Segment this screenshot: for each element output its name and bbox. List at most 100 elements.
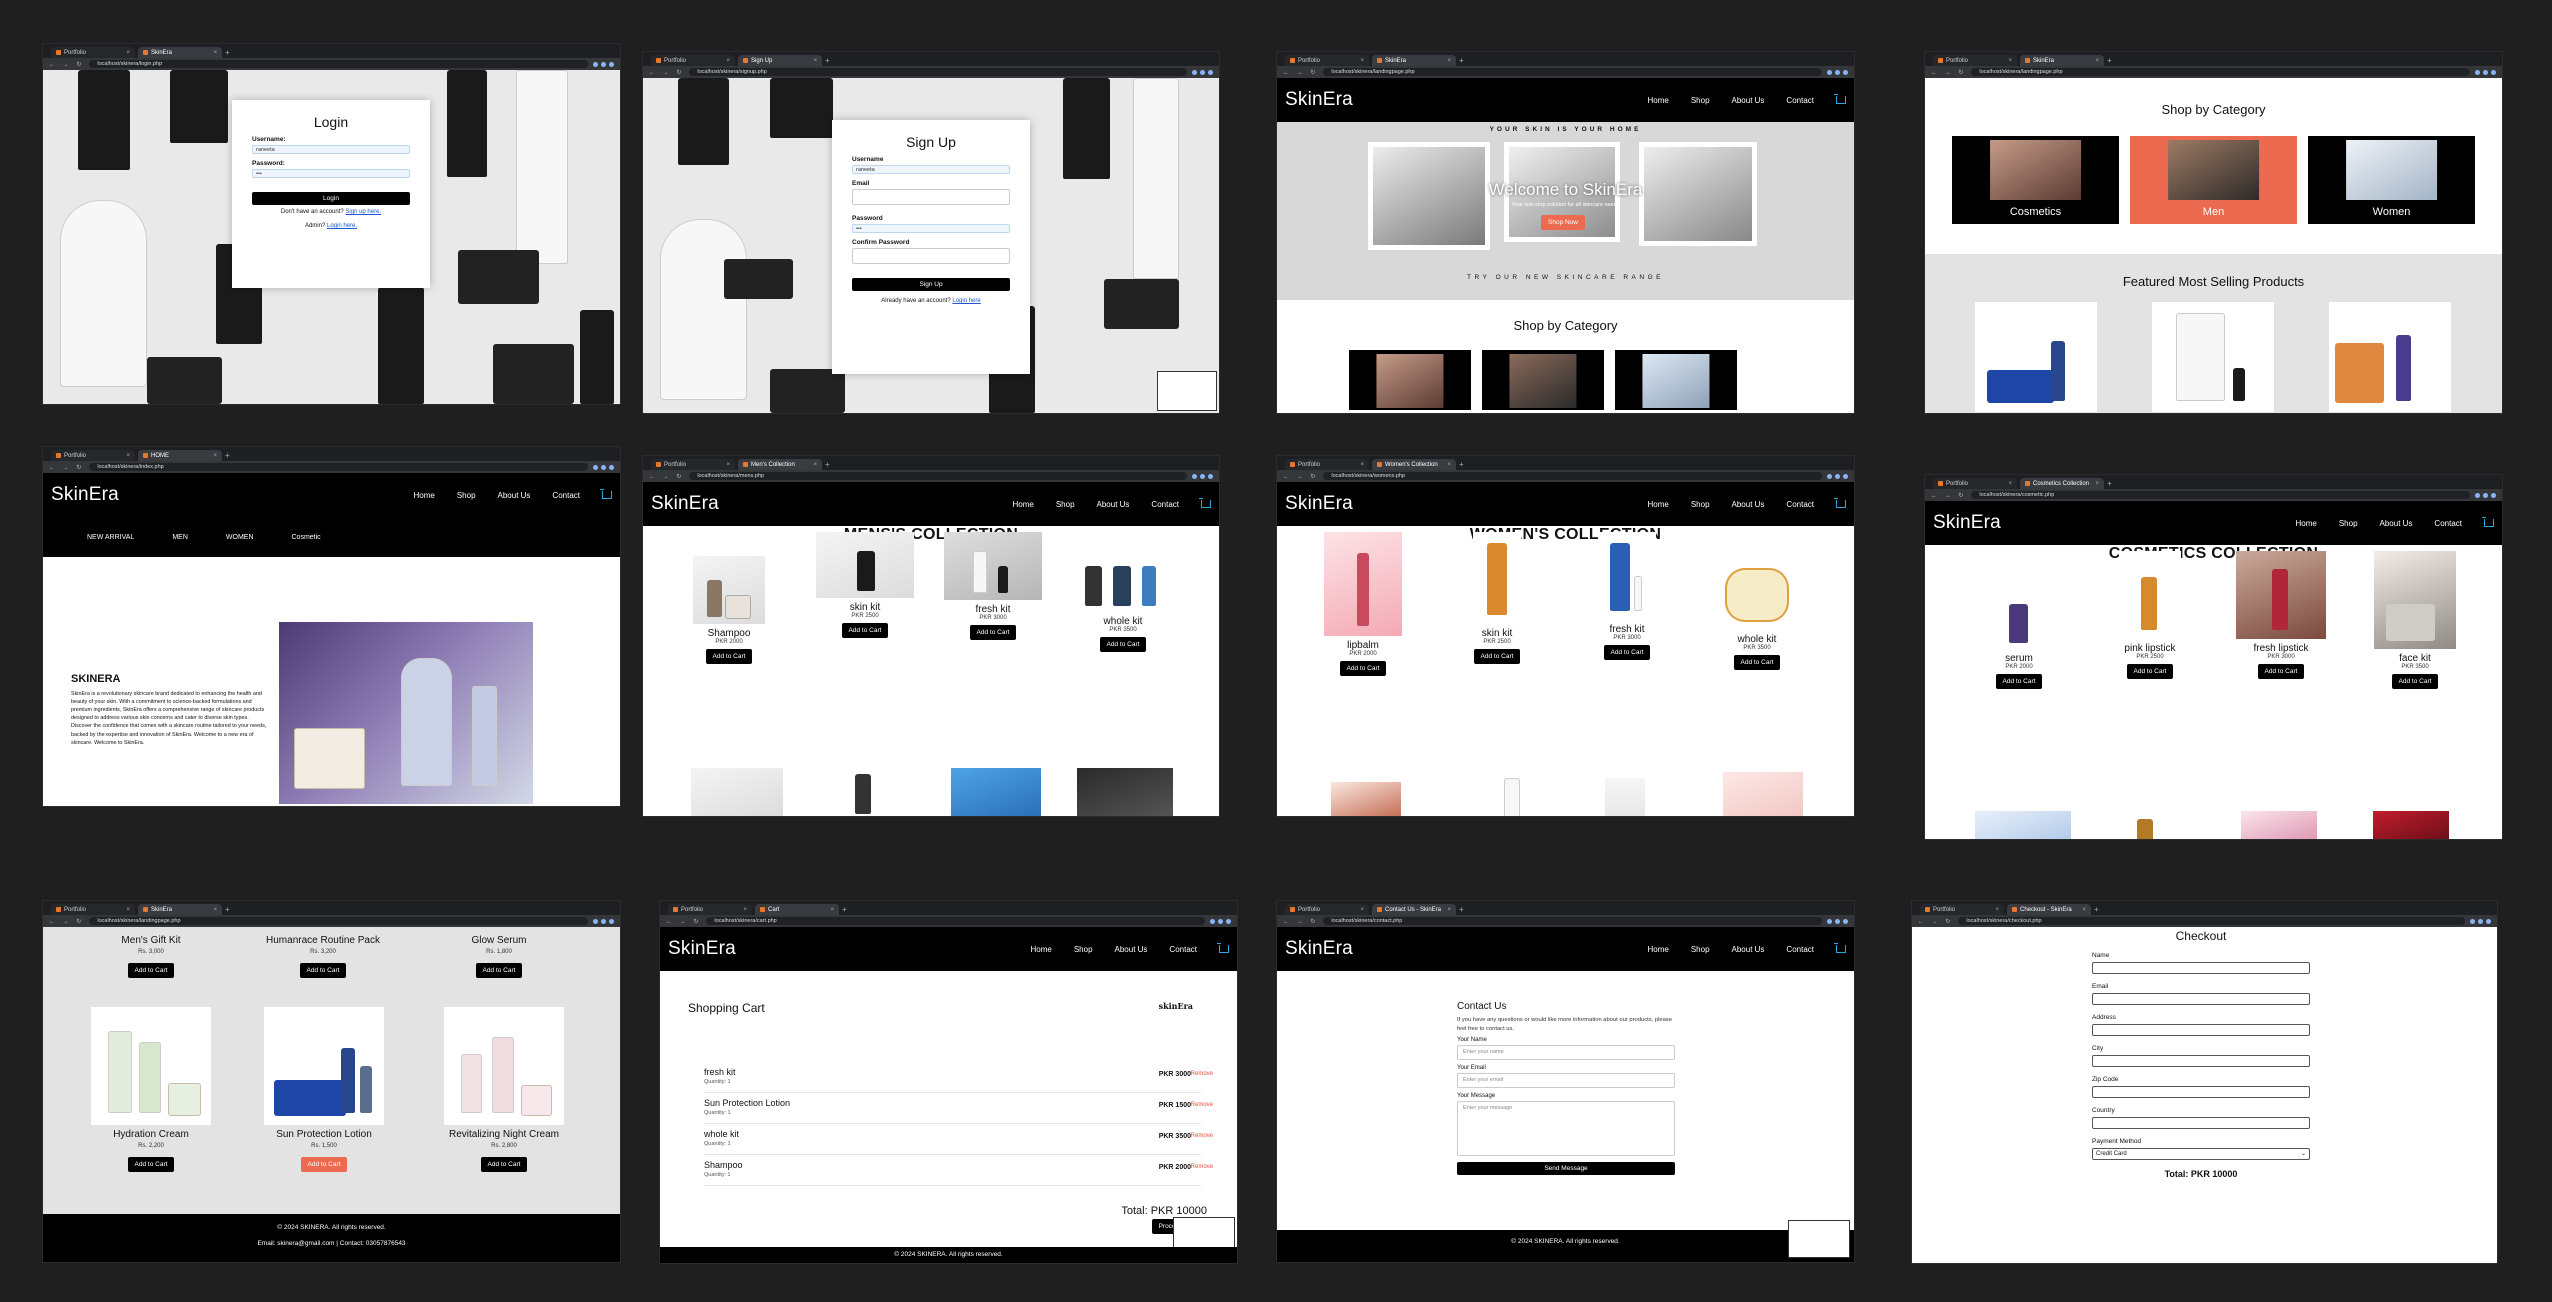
- site-logo[interactable]: SkinEra: [1285, 89, 1353, 111]
- nav-shop[interactable]: Shop: [457, 491, 476, 500]
- nav-home[interactable]: Home: [2295, 519, 2316, 528]
- new-tab-icon[interactable]: +: [1459, 459, 1464, 470]
- address-input[interactable]: [2092, 1024, 2310, 1036]
- extension-icons[interactable]: [1827, 69, 1848, 75]
- cart-icon[interactable]: [1834, 498, 1846, 508]
- new-tab-icon[interactable]: +: [2107, 478, 2112, 489]
- cart-icon[interactable]: [600, 489, 612, 499]
- username-input[interactable]: raneeta: [252, 145, 410, 154]
- subnav-cosmetic[interactable]: Cosmetic: [292, 534, 321, 541]
- url-field[interactable]: localhost/skinera/cosmetic.php: [1971, 491, 2470, 499]
- admin-login-link[interactable]: Login here.: [327, 223, 357, 229]
- back-forward-reload-icons[interactable]: ← → ↻: [649, 473, 684, 480]
- site-logo[interactable]: SkinEra: [1285, 938, 1353, 960]
- message-input[interactable]: Enter your message: [1457, 1101, 1675, 1157]
- nav-contact[interactable]: Contact: [1169, 945, 1197, 954]
- confirm-password-input[interactable]: [852, 248, 1010, 264]
- back-forward-reload-icons[interactable]: ← → ↻: [1283, 918, 1318, 925]
- remove-link[interactable]: Remove: [1191, 1102, 1213, 1108]
- subnav-women[interactable]: WOMEN: [226, 534, 254, 541]
- add-to-cart-button[interactable]: Add to Cart: [299, 963, 347, 978]
- back-forward-reload-icons[interactable]: ← → ↻: [1931, 492, 1966, 499]
- nav-about[interactable]: About Us: [1115, 945, 1148, 954]
- url-field[interactable]: localhost/skinera/signup.php: [689, 68, 1187, 76]
- site-logo[interactable]: SkinEra: [1285, 493, 1353, 515]
- tab-skinera[interactable]: SkinEra ×: [1372, 55, 1456, 66]
- nav-about[interactable]: About Us: [1732, 96, 1765, 105]
- subnav-men[interactable]: MEN: [172, 534, 188, 541]
- new-tab-icon[interactable]: +: [225, 904, 230, 915]
- tab-contact[interactable]: Contact Us - SkinEra ×: [1372, 904, 1456, 915]
- tab-portfolio[interactable]: Portfolio ×: [51, 450, 135, 461]
- email-input[interactable]: [852, 189, 1010, 205]
- cart-icon[interactable]: [1199, 498, 1211, 508]
- add-to-cart-button[interactable]: Add to Cart: [841, 623, 889, 638]
- back-forward-reload-icons[interactable]: ← → ↻: [666, 918, 701, 925]
- tab-cart[interactable]: Cart ×: [755, 904, 839, 915]
- extension-icons[interactable]: [593, 464, 614, 470]
- new-tab-icon[interactable]: +: [225, 47, 230, 58]
- new-tab-icon[interactable]: +: [842, 904, 847, 915]
- tab-cosmetics[interactable]: Cosmetics Collection ×: [2020, 478, 2104, 489]
- name-input[interactable]: Enter your name: [1457, 1045, 1675, 1061]
- remove-link[interactable]: Remove: [1191, 1164, 1213, 1170]
- nav-about[interactable]: About Us: [1732, 500, 1765, 509]
- tab-portfolio[interactable]: Portfolio ×: [1933, 478, 2017, 489]
- extension-icons[interactable]: [593, 61, 614, 67]
- new-tab-icon[interactable]: +: [1459, 55, 1464, 66]
- extension-icons[interactable]: [1192, 473, 1213, 479]
- tab-portfolio[interactable]: Portfolio ×: [1285, 55, 1369, 66]
- back-forward-reload-icons[interactable]: ← → ↻: [1283, 69, 1318, 76]
- nav-shop[interactable]: Shop: [1691, 500, 1710, 509]
- site-logo[interactable]: SkinEra: [651, 493, 719, 515]
- nav-home[interactable]: Home: [413, 491, 434, 500]
- new-tab-icon[interactable]: +: [1459, 904, 1464, 915]
- url-field[interactable]: localhost/skinera/mens.php: [689, 472, 1187, 480]
- nav-about[interactable]: About Us: [1097, 500, 1130, 509]
- nav-shop[interactable]: Shop: [2339, 519, 2358, 528]
- tab-portfolio[interactable]: Portfolio ×: [651, 459, 735, 470]
- tab-signup[interactable]: Sign Up ×: [738, 55, 822, 66]
- tab-portfolio[interactable]: Portfolio ×: [51, 904, 135, 915]
- tab-portfolio[interactable]: Portfolio ×: [1920, 904, 2004, 915]
- payment-method-select[interactable]: Credit Card ⌄: [2092, 1148, 2310, 1160]
- extension-icons[interactable]: [2475, 69, 2496, 75]
- category-men[interactable]: [1482, 350, 1604, 410]
- remove-link[interactable]: Remove: [1191, 1133, 1213, 1139]
- new-tab-icon[interactable]: +: [2094, 904, 2099, 915]
- signup-link[interactable]: Sign up here.: [345, 209, 381, 215]
- tab-men[interactable]: Men's Collection ×: [738, 459, 822, 470]
- add-to-cart-button[interactable]: Add to Cart: [127, 963, 175, 978]
- url-field[interactable]: localhost/skinera/cart.php: [706, 917, 1205, 925]
- tab-checkout[interactable]: Checkout - SkinEra ×: [2007, 904, 2091, 915]
- tab-portfolio[interactable]: Portfolio ×: [1285, 904, 1369, 915]
- category-men[interactable]: Men: [2130, 136, 2297, 224]
- email-input[interactable]: [2092, 993, 2310, 1005]
- tab-portfolio[interactable]: Portfolio ×: [1285, 459, 1369, 470]
- remove-link[interactable]: Remove: [1191, 1071, 1213, 1077]
- add-to-cart-button[interactable]: Add to Cart: [1733, 655, 1781, 670]
- nav-shop[interactable]: Shop: [1056, 500, 1075, 509]
- nav-about[interactable]: About Us: [2380, 519, 2413, 528]
- login-button[interactable]: Login: [252, 192, 410, 205]
- add-to-cart-button[interactable]: Add to Cart: [475, 963, 523, 978]
- send-message-button[interactable]: Send Message: [1457, 1162, 1675, 1176]
- url-field[interactable]: localhost/skinera/landingpage.php: [1323, 68, 1822, 76]
- new-tab-icon[interactable]: +: [225, 450, 230, 461]
- nav-contact[interactable]: Contact: [1151, 500, 1179, 509]
- city-input[interactable]: [2092, 1055, 2310, 1067]
- category-women[interactable]: [1615, 350, 1737, 410]
- nav-shop[interactable]: Shop: [1691, 945, 1710, 954]
- add-to-cart-button[interactable]: Add to Cart: [969, 625, 1017, 640]
- category-cosmetics[interactable]: [1349, 350, 1471, 410]
- extension-icons[interactable]: [1827, 473, 1848, 479]
- tab-skinera[interactable]: SkinEra ×: [138, 47, 222, 58]
- add-to-cart-button[interactable]: Add to Cart: [127, 1157, 175, 1172]
- nav-about[interactable]: About Us: [1732, 945, 1765, 954]
- back-forward-reload-icons[interactable]: ← → ↻: [1918, 918, 1953, 925]
- password-input[interactable]: •••: [252, 169, 410, 178]
- nav-home[interactable]: Home: [1030, 945, 1051, 954]
- add-to-cart-button[interactable]: Add to Cart: [1603, 645, 1651, 660]
- category-women[interactable]: Women: [2308, 136, 2475, 224]
- tab-portfolio[interactable]: Portfolio ×: [51, 47, 135, 58]
